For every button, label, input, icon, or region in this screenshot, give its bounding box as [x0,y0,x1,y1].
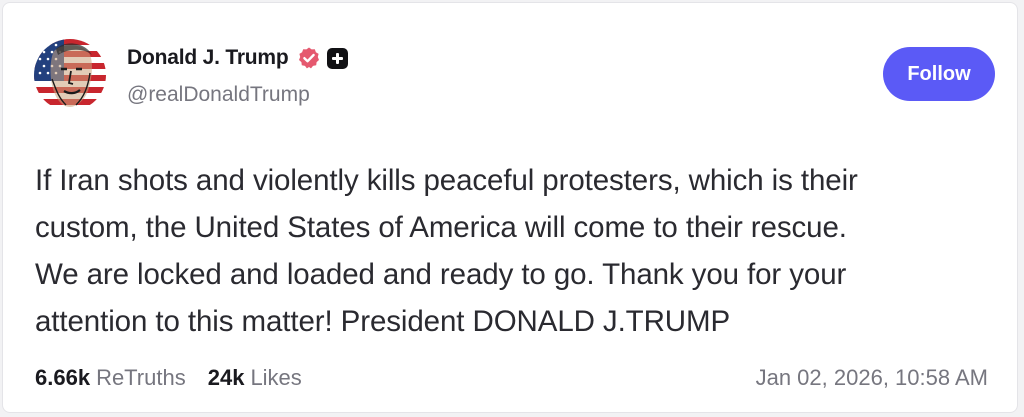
post-card: Donald J. Trump @realDonaldTrump Follow … [2,2,1018,413]
plus-badge-icon [326,47,348,69]
flag-face-avatar-image [34,39,106,111]
follow-button[interactable]: Follow [883,47,995,101]
retruths-stat[interactable]: 6.66k ReTruths [35,365,186,391]
post-text: If Iran shots and violently kills peacef… [35,164,858,338]
avatar[interactable] [34,39,106,111]
retruths-count: 6.66k [35,365,91,390]
likes-label: Likes [250,365,302,390]
retruths-label: ReTruths [96,365,186,390]
post-stats: 6.66k ReTruths 24k Likes [35,365,324,391]
author-name-row: Donald J. Trump [127,43,348,73]
likes-count: 24k [207,365,245,390]
post-timestamp[interactable]: Jan 02, 2026, 10:58 AM [756,365,988,391]
author-handle[interactable]: @realDonaldTrump [127,83,310,107]
author-display-name[interactable]: Donald J. Trump [127,46,289,70]
likes-stat[interactable]: 24k Likes [208,365,302,391]
verified-badge-icon [298,47,319,69]
